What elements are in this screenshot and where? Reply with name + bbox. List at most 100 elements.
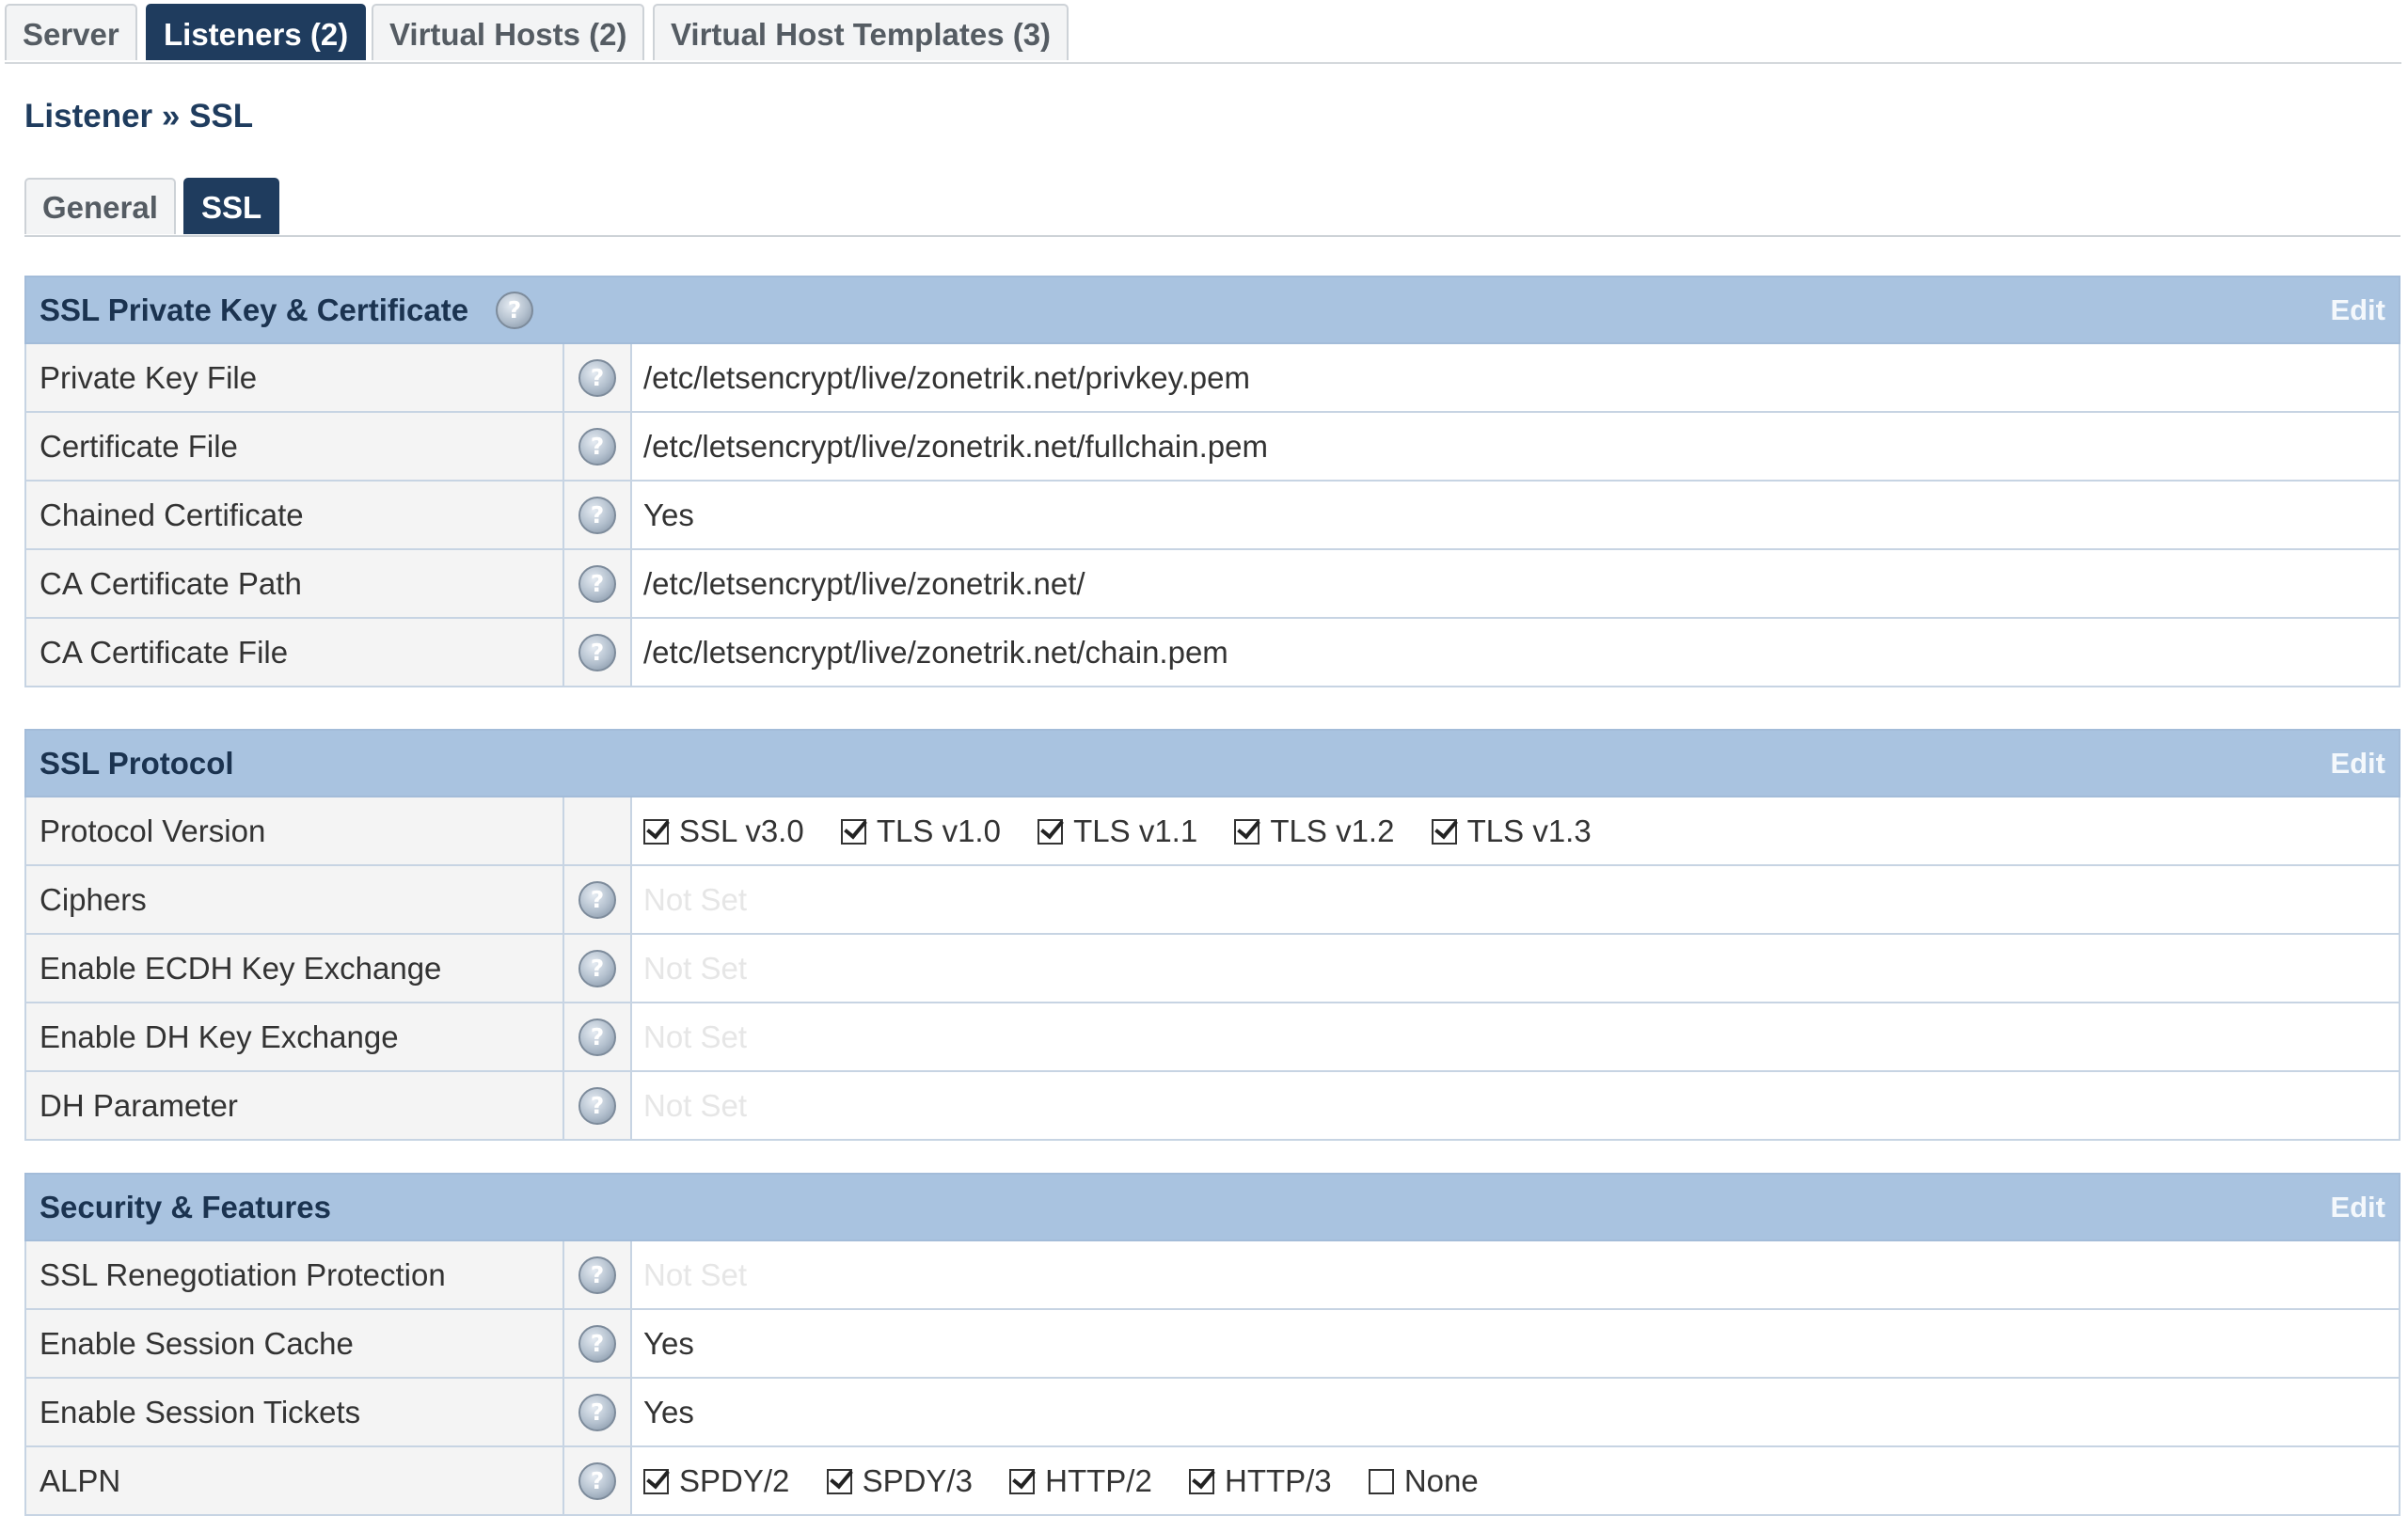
field-label-private-key-file: Private Key File: [26, 344, 564, 411]
checkbox-label: TLS v1.3: [1466, 813, 1592, 848]
checkbox-tls-v1-0[interactable]: [840, 819, 866, 845]
section-header: SSL Protocol Edit: [24, 729, 2400, 797]
field-label-ca-certificate-path: CA Certificate Path: [26, 550, 564, 617]
help-icon[interactable]: ?: [578, 1324, 616, 1363]
help-icon[interactable]: ?: [578, 358, 616, 397]
tab-virtual-hosts[interactable]: Virtual Hosts (2): [372, 4, 645, 60]
breadcrumb: Listener » SSL: [24, 98, 254, 134]
field-label-enable-session-tickets: Enable Session Tickets: [26, 1379, 564, 1445]
table-row: DH Parameter ? Not Set: [24, 1072, 2400, 1141]
section-ssl-private-key-certificate: SSL Private Key & Certificate ? Edit Pri…: [24, 276, 2400, 687]
checkbox-label: TLS v1.1: [1073, 813, 1198, 848]
section-header: Security & Features Edit: [24, 1173, 2400, 1241]
field-label-alpn: ALPN: [26, 1447, 564, 1514]
checkbox-option: HTTP/3: [1188, 1447, 1332, 1514]
table-row: Enable DH Key Exchange ? Not Set: [24, 1003, 2400, 1072]
edit-button[interactable]: Edit: [2330, 277, 2385, 343]
checkbox-option: TLS v1.0: [840, 797, 1001, 864]
checkbox-option: SSL v3.0: [643, 797, 804, 864]
field-label-ciphers: Ciphers: [26, 866, 564, 933]
field-value-enable-ecdh: Not Set: [643, 951, 748, 986]
checkbox-spdy-3[interactable]: [826, 1469, 852, 1494]
table-row: ALPN ? SPDY/2 SPDY/3 HTTP/2 HTTP/3 None: [24, 1447, 2400, 1516]
checkbox-label: SPDY/3: [862, 1463, 973, 1498]
checkbox-tls-v1-3[interactable]: [1431, 819, 1457, 845]
checkbox-http-2[interactable]: [1009, 1469, 1036, 1494]
table-row: Enable ECDH Key Exchange ? Not Set: [24, 935, 2400, 1003]
field-label-certificate-file: Certificate File: [26, 413, 564, 480]
checkbox-option: TLS v1.2: [1234, 797, 1394, 864]
field-value-ssl-renegotiation-protection: Not Set: [643, 1257, 748, 1292]
section-header: SSL Private Key & Certificate ? Edit: [24, 276, 2400, 344]
help-icon[interactable]: ?: [578, 633, 616, 671]
help-icon[interactable]: ?: [578, 949, 616, 987]
table-row: SSL Renegotiation Protection ? Not Set: [24, 1241, 2400, 1310]
tab-ssl[interactable]: SSL: [183, 178, 280, 234]
tab-listeners[interactable]: Listeners (2): [146, 4, 367, 60]
checkbox-ssl-v3-0[interactable]: [643, 819, 669, 845]
section-title: SSL Protocol: [40, 746, 234, 781]
field-label-chained-certificate: Chained Certificate: [26, 482, 564, 548]
table-row: Enable Session Tickets ? Yes: [24, 1379, 2400, 1447]
checkbox-label: HTTP/2: [1045, 1463, 1152, 1498]
field-value-alpn: SPDY/2 SPDY/3 HTTP/2 HTTP/3 None: [632, 1447, 2399, 1514]
field-value-private-key-file: /etc/letsencrypt/live/zonetrik.net/privk…: [643, 360, 1250, 395]
checkbox-spdy-2[interactable]: [643, 1469, 669, 1494]
field-value-enable-session-tickets: Yes: [643, 1395, 694, 1429]
section-title: SSL Private Key & Certificate: [40, 292, 469, 327]
checkbox-tls-v1-2[interactable]: [1234, 819, 1260, 845]
help-icon[interactable]: ?: [578, 1018, 616, 1056]
help-icon[interactable]: ?: [578, 427, 616, 466]
field-value-enable-session-cache: Yes: [643, 1326, 694, 1361]
table-row: Private Key File ? /etc/letsencrypt/live…: [24, 344, 2400, 413]
checkbox-label: TLS v1.0: [876, 813, 1001, 848]
field-label-enable-dh: Enable DH Key Exchange: [26, 1003, 564, 1070]
checkbox-tls-v1-1[interactable]: [1038, 819, 1064, 845]
section-security-features: Security & Features Edit SSL Renegotiati…: [24, 1173, 2400, 1516]
section-ssl-protocol: SSL Protocol Edit Protocol Version SSL v…: [24, 729, 2400, 1141]
checkbox-option: TLS v1.1: [1038, 797, 1197, 864]
help-icon[interactable]: ?: [496, 292, 533, 329]
tab-virtual-host-templates[interactable]: Virtual Host Templates (3): [653, 4, 1069, 60]
help-icon[interactable]: ?: [578, 1255, 616, 1294]
table-row: Ciphers ? Not Set: [24, 866, 2400, 935]
field-value-dh-parameter: Not Set: [643, 1088, 748, 1123]
checkbox-label: SSL v3.0: [679, 813, 804, 848]
checkbox-label: TLS v1.2: [1270, 813, 1395, 848]
help-icon[interactable]: ?: [578, 564, 616, 603]
checkbox-http-3[interactable]: [1188, 1469, 1214, 1494]
table-row: Chained Certificate ? Yes: [24, 482, 2400, 550]
table-row: CA Certificate Path ? /etc/letsencrypt/l…: [24, 550, 2400, 619]
section-title: Security & Features: [40, 1190, 331, 1224]
checkbox-option: SPDY/2: [643, 1447, 789, 1514]
help-icon[interactable]: ?: [578, 1393, 616, 1431]
table-row: CA Certificate File ? /etc/letsencrypt/l…: [24, 619, 2400, 687]
help-icon[interactable]: ?: [578, 1461, 616, 1500]
field-label-protocol-version: Protocol Version: [26, 797, 564, 864]
field-value-chained-certificate: Yes: [643, 497, 694, 532]
checkbox-option: SPDY/3: [826, 1447, 973, 1514]
field-value-certificate-file: /etc/letsencrypt/live/zonetrik.net/fullc…: [643, 429, 1268, 464]
field-value-ciphers: Not Set: [643, 882, 748, 917]
checkbox-label: SPDY/2: [679, 1463, 790, 1498]
checkbox-label: None: [1403, 1463, 1479, 1498]
checkbox-option: HTTP/2: [1009, 1447, 1152, 1514]
help-icon[interactable]: ?: [578, 1086, 616, 1125]
tab-general[interactable]: General: [24, 178, 176, 234]
edit-button[interactable]: Edit: [2330, 1175, 2385, 1240]
edit-button[interactable]: Edit: [2330, 731, 2385, 797]
checkbox-none[interactable]: [1368, 1469, 1394, 1494]
field-value-ca-certificate-file: /etc/letsencrypt/live/zonetrik.net/chain…: [643, 635, 1228, 670]
field-value-protocol-version: SSL v3.0 TLS v1.0 TLS v1.1 TLS v1.2 TLS …: [632, 797, 2399, 864]
help-icon[interactable]: ?: [578, 496, 616, 534]
tab-server[interactable]: Server: [5, 4, 137, 60]
top-tab-bar: Server Listeners (2) Virtual Hosts (2) V…: [5, 0, 2401, 64]
help-icon[interactable]: ?: [578, 880, 616, 919]
field-label-enable-session-cache: Enable Session Cache: [26, 1310, 564, 1377]
field-label-enable-ecdh: Enable ECDH Key Exchange: [26, 935, 564, 1002]
field-label-ca-certificate-file: CA Certificate File: [26, 619, 564, 686]
field-value-ca-certificate-path: /etc/letsencrypt/live/zonetrik.net/: [643, 566, 1085, 601]
table-row: Protocol Version SSL v3.0 TLS v1.0 TLS v…: [24, 797, 2400, 866]
field-label-ssl-renegotiation-protection: SSL Renegotiation Protection: [26, 1241, 564, 1308]
field-label-dh-parameter: DH Parameter: [26, 1072, 564, 1139]
